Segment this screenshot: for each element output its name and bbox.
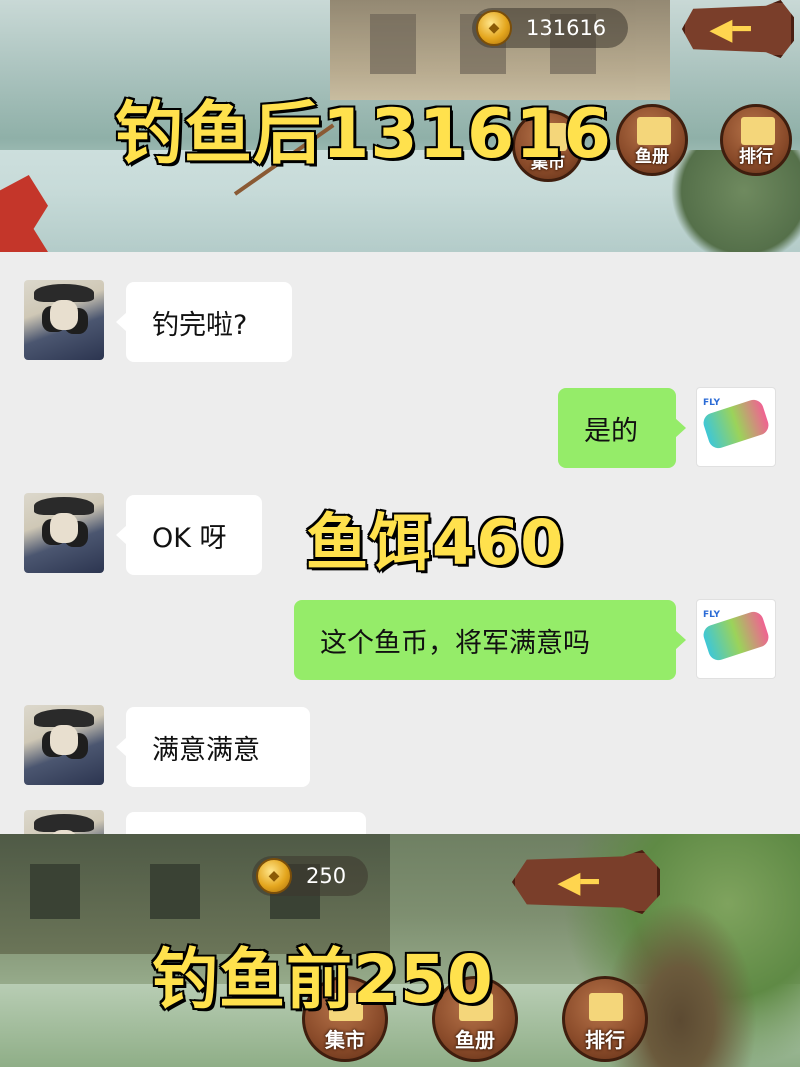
ranking-label: 排行 <box>585 1028 625 1052</box>
fish-book-label: 鱼册 <box>635 147 669 167</box>
market-label: 集市 <box>325 1028 365 1052</box>
general-avatar[interactable] <box>24 705 104 785</box>
back-arrow-icon: ◀━ <box>709 11 751 47</box>
coin-count: 250 <box>306 864 347 888</box>
before-fishing-caption: 钓鱼前250 <box>151 940 495 1020</box>
after-fishing-caption: 钓鱼后131616 <box>114 94 613 176</box>
ranking-icon <box>589 993 623 1021</box>
coin-count: 131616 <box>526 16 607 40</box>
received-message[interactable]: OK 呀 <box>116 495 262 575</box>
coin-icon: ◆ <box>256 858 292 894</box>
sent-message[interactable]: 这个鱼币，将军满意吗 <box>294 600 686 680</box>
coin-counter: ◆ 250 <box>252 856 369 896</box>
back-arrow-icon: ◀━ <box>557 864 599 900</box>
book-icon <box>637 117 671 145</box>
general-avatar[interactable] <box>24 280 104 360</box>
general-avatar[interactable] <box>24 810 104 834</box>
chat-conversation[interactable]: 钓完啦? 是的 FLY OK 呀 这个鱼币，将军满意吗 FLY 满意满意 鱼饵4… <box>0 252 800 834</box>
ranking-label: 排行 <box>739 147 773 167</box>
my-avatar[interactable]: FLY <box>696 599 776 679</box>
ranking-button[interactable]: 排行 <box>720 104 792 176</box>
coin-icon: ◆ <box>476 10 512 46</box>
window-shape <box>150 864 200 919</box>
sent-message[interactable]: 是的 <box>558 388 686 468</box>
received-message[interactable]: 满意满意 <box>116 707 310 787</box>
avatar-fly-text: FLY <box>703 398 720 408</box>
bait-caption: 鱼饵460 <box>304 505 565 581</box>
top-game-screenshot: ◆ 131616 ◀━ 集市 鱼册 排行 钓鱼后131616 <box>0 0 800 252</box>
coin-counter: ◆ 131616 <box>472 8 629 48</box>
ranking-button[interactable]: 排行 <box>562 976 648 1062</box>
fish-book-label: 鱼册 <box>455 1028 495 1052</box>
window-shape <box>370 14 416 74</box>
fish-book-button[interactable]: 鱼册 <box>616 104 688 176</box>
received-message[interactable]: 钓完啦? <box>116 282 292 362</box>
ranking-icon <box>741 117 775 145</box>
back-button[interactable]: ◀━ <box>682 0 794 58</box>
avatar-fly-text: FLY <box>703 610 720 620</box>
general-avatar[interactable] <box>24 493 104 573</box>
back-button[interactable]: ◀━ <box>512 850 660 914</box>
window-shape <box>30 864 80 919</box>
received-message-partial[interactable] <box>126 812 366 834</box>
my-avatar[interactable]: FLY <box>696 387 776 467</box>
bottom-game-screenshot: ◆ 250 ◀━ 集市 鱼册 排行 钓鱼前250 <box>0 834 800 1067</box>
